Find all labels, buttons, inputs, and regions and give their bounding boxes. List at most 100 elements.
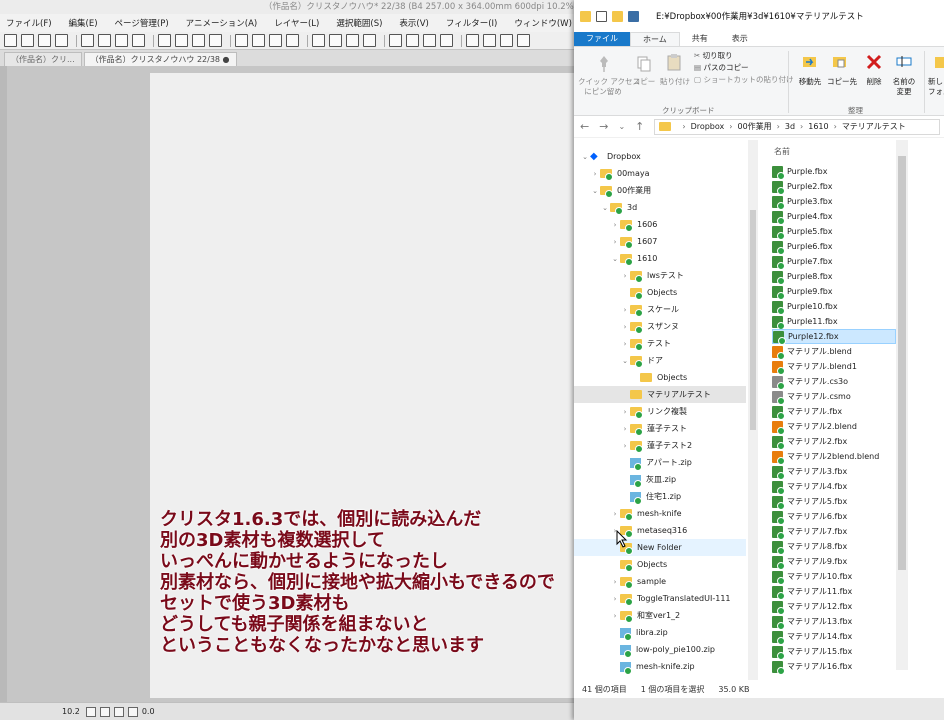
perspective-icon[interactable]	[500, 34, 513, 47]
brush-icon[interactable]	[406, 34, 419, 47]
file-row[interactable]: マテリアル.blend1	[772, 359, 896, 375]
copy-icon[interactable]	[158, 34, 171, 47]
file-scroll-thumb[interactable]	[898, 156, 906, 570]
nav-tree-item[interactable]: 住宅1.zip	[574, 488, 746, 505]
nav-tree-item[interactable]: Objects	[574, 369, 746, 386]
collapsed-chevron-icon[interactable]: ›	[590, 170, 600, 178]
up-arrow-icon[interactable]: ↑	[635, 120, 644, 133]
expanded-chevron-icon[interactable]: ⌄	[600, 204, 610, 212]
frame-icon[interactable]	[483, 34, 496, 47]
nav-tree-item[interactable]: ⌄ ◆ Dropbox	[574, 148, 746, 165]
file-row[interactable]: マテリアル11.fbx	[772, 584, 896, 600]
collapsed-chevron-icon[interactable]: ›	[620, 272, 630, 280]
column-header-name[interactable]: 名前	[774, 146, 790, 157]
collapsed-chevron-icon[interactable]: ›	[620, 323, 630, 331]
nav-tree-item[interactable]: › スザンヌ	[574, 318, 746, 335]
collapsed-chevron-icon[interactable]: ›	[620, 306, 630, 314]
file-row[interactable]: Purple8.fbx	[772, 269, 896, 285]
fit-icon[interactable]	[113, 706, 124, 717]
file-row[interactable]: マテリアル2blend.blend	[772, 449, 896, 465]
tab-file[interactable]: ファイル	[574, 32, 630, 46]
file-row[interactable]: Purple11.fbx	[772, 314, 896, 330]
collapsed-chevron-icon[interactable]: ›	[610, 238, 620, 246]
move-to-button[interactable]: 移動先	[792, 77, 828, 87]
breadcrumb-item[interactable]: Dropbox	[691, 122, 725, 131]
file-row[interactable]: マテリアル2.blend	[772, 419, 896, 435]
crop-icon[interactable]	[286, 34, 299, 47]
paste-shortcut-button[interactable]: ▢ ショートカットの貼り付け	[694, 75, 793, 85]
properties-icon[interactable]	[596, 10, 607, 22]
clear-icon[interactable]	[115, 34, 128, 47]
file-row[interactable]: Purple6.fbx	[772, 239, 896, 255]
expanded-chevron-icon[interactable]: ⌄	[580, 153, 590, 161]
file-row[interactable]: Purple7.fbx	[772, 254, 896, 270]
file-row[interactable]: Purple12.fbx	[772, 329, 896, 345]
csp-menu-item[interactable]: 編集(E)	[69, 17, 98, 29]
csp-document-tab[interactable]: （作品名）クリ...	[4, 52, 82, 66]
view-icon[interactable]	[440, 34, 453, 47]
nav-tree-item[interactable]: › 蓮子テスト	[574, 420, 746, 437]
file-row[interactable]: マテリアル16.fbx	[772, 659, 896, 675]
file-row[interactable]: マテリアル3.fbx	[772, 464, 896, 480]
nav-tree-item[interactable]: › 00maya	[574, 165, 746, 182]
fill-icon[interactable]	[209, 34, 222, 47]
file-row[interactable]: マテリアル.csmo	[772, 389, 896, 405]
expanded-chevron-icon[interactable]: ⌄	[610, 255, 620, 263]
undo-icon[interactable]	[81, 34, 94, 47]
open-icon[interactable]	[21, 34, 34, 47]
copy-button[interactable]: コピー	[630, 77, 658, 87]
file-row[interactable]: マテリアル9.fbx	[772, 554, 896, 570]
zoom-value[interactable]: 10.2	[62, 707, 80, 716]
csp-menu-item[interactable]: ページ管理(P)	[115, 17, 169, 29]
shape-icon[interactable]	[517, 34, 530, 47]
nav-tree-item[interactable]: アパート.zip	[574, 454, 746, 471]
angle-value[interactable]: 0.0	[142, 707, 155, 716]
breadcrumb-item[interactable]: 3d	[785, 122, 795, 131]
csp-menu-item[interactable]: アニメーション(A)	[186, 17, 258, 29]
file-row[interactable]: Purple4.fbx	[772, 209, 896, 225]
paste-button[interactable]: 貼り付け	[658, 77, 692, 87]
file-row[interactable]: マテリアル.fbx	[772, 404, 896, 420]
flip-icon[interactable]	[329, 34, 342, 47]
address-bar[interactable]: › Dropbox › 00作業用 › 3d › 1610 › マテリアルテスト	[654, 118, 940, 135]
tab-home[interactable]: ホーム	[630, 32, 680, 46]
ruler-icon[interactable]	[346, 34, 359, 47]
file-row[interactable]: マテリアル10.fbx	[772, 569, 896, 585]
nav-tree-item[interactable]: › 1607	[574, 233, 746, 250]
nav-tree-item[interactable]: › 1606	[574, 216, 746, 233]
breadcrumb-item[interactable]: マテリアルテスト	[842, 121, 906, 132]
csp-menu-item[interactable]: ウィンドウ(W)	[514, 17, 572, 29]
nav-tree-item[interactable]: ⌄ 00作業用	[574, 182, 746, 199]
csp-menu-item[interactable]: ファイル(F)	[6, 17, 52, 29]
csp-document-tab[interactable]: （作品名）クリスタノウハウ 22/38 ●	[83, 52, 237, 66]
save-icon[interactable]	[38, 34, 51, 47]
csp-menu-item[interactable]: 選択範囲(S)	[336, 17, 382, 29]
new-folder-icon[interactable]	[612, 10, 623, 22]
rename-button[interactable]: 名前の 変更	[888, 77, 920, 97]
expanded-chevron-icon[interactable]: ⌄	[620, 357, 630, 365]
csp-menu-item[interactable]: 表示(V)	[399, 17, 428, 29]
select-icon[interactable]	[235, 34, 248, 47]
nav-tree-item[interactable]: › スケール	[574, 301, 746, 318]
actual-size-icon[interactable]	[127, 706, 138, 717]
copy-to-button[interactable]: コピー先	[824, 77, 860, 87]
file-row[interactable]: マテリアル.blend	[772, 344, 896, 360]
collapsed-chevron-icon[interactable]: ›	[610, 221, 620, 229]
nav-tree-item[interactable]: › テスト	[574, 335, 746, 352]
zoom-out-icon[interactable]	[85, 706, 96, 717]
cut-button[interactable]: ✂ 切り取り	[694, 51, 733, 61]
delete-button[interactable]: 削除	[862, 77, 886, 87]
file-row[interactable]: Purple.fbx	[772, 164, 896, 180]
nav-tree-item[interactable]: mesh-knife.zip	[574, 658, 746, 675]
redo-icon[interactable]	[98, 34, 111, 47]
paste-icon[interactable]	[175, 34, 188, 47]
collapsed-chevron-icon[interactable]: ›	[620, 408, 630, 416]
file-row[interactable]: Purple2.fbx	[772, 179, 896, 195]
collapsed-chevron-icon[interactable]: ›	[620, 340, 630, 348]
back-arrow-icon[interactable]: ←	[580, 120, 589, 133]
layer-icon[interactable]	[423, 34, 436, 47]
csp-menu-item[interactable]: レイヤー(L)	[274, 17, 319, 29]
deselect-icon[interactable]	[269, 34, 282, 47]
expanded-chevron-icon[interactable]: ⌄	[590, 187, 600, 195]
nav-scroll-thumb[interactable]	[750, 210, 756, 430]
